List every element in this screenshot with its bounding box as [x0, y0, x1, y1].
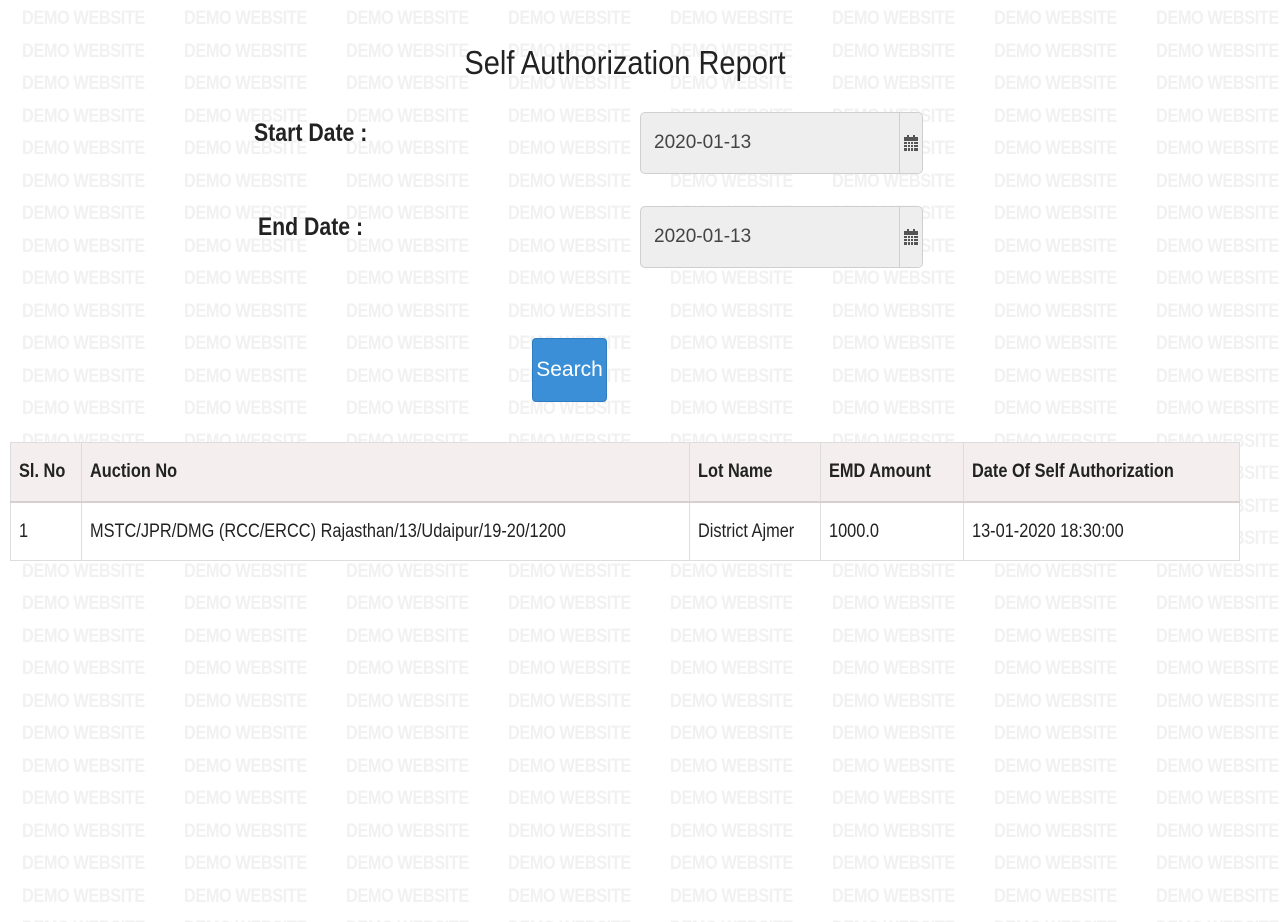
- end-date-input[interactable]: [641, 207, 899, 267]
- report-content: Self Authorization Report Start Date : 2…: [0, 0, 1280, 922]
- page: DEMO WEBSITE DEMO WEBSITE DEMO WEBSITE DEMO…: [0, 0, 1280, 922]
- column-header-label: Lot Name: [698, 461, 773, 482]
- cell-text: District Ajmer: [698, 520, 795, 542]
- cell-sl-no: 1: [10, 501, 82, 561]
- start-date-input[interactable]: [641, 113, 899, 173]
- table-row: 1 MSTC/JPR/DMG (RCC/ERCC) Rajasthan/13/U…: [10, 501, 1240, 561]
- start-date-group: [640, 112, 923, 174]
- cell-lot-name: District Ajmer: [689, 501, 821, 561]
- page-title: Self Authorization Report: [464, 44, 786, 81]
- end-date-label: End Date :: [258, 213, 364, 241]
- cell-auction-no: MSTC/JPR/DMG (RCC/ERCC) Rajasthan/13/Uda…: [81, 501, 690, 561]
- column-header-label: Date Of Self Authorization: [972, 461, 1174, 482]
- cell-text: 13-01-2020 18:30:00: [972, 520, 1124, 542]
- column-header-date-of-self-authorization[interactable]: Date Of Self Authorization: [963, 442, 1240, 503]
- cell-text: MSTC/JPR/DMG (RCC/ERCC) Rajasthan/13/Uda…: [90, 520, 566, 542]
- column-header-label: Sl. No: [19, 461, 66, 482]
- header-row: Sl. No Auction No Lot Name EMD Amount Da…: [10, 442, 1240, 503]
- table-body: 1 MSTC/JPR/DMG (RCC/ERCC) Rajasthan/13/U…: [10, 501, 1240, 561]
- column-header-auction-no[interactable]: Auction No: [81, 442, 690, 503]
- column-header-label: EMD Amount: [829, 461, 931, 482]
- column-header-sl-no[interactable]: Sl. No: [10, 442, 82, 503]
- column-header-emd-amount[interactable]: EMD Amount: [820, 442, 964, 503]
- cell-text: 1000.0: [829, 520, 879, 542]
- cell-date-of-self-authorization: 13-01-2020 18:30:00: [963, 501, 1240, 561]
- column-header-lot-name[interactable]: Lot Name: [689, 442, 821, 503]
- table-header: Sl. No Auction No Lot Name EMD Amount Da…: [10, 442, 1240, 503]
- search-button[interactable]: Search: [532, 338, 607, 402]
- self-authorization-table: Sl. No Auction No Lot Name EMD Amount Da…: [10, 442, 1240, 561]
- cell-emd-amount: 1000.0: [820, 501, 964, 561]
- end-date-picker-button[interactable]: [899, 207, 922, 267]
- end-date-group: [640, 206, 923, 268]
- start-date-label: Start Date :: [254, 119, 368, 147]
- calendar-icon: [904, 134, 918, 151]
- calendar-icon: [904, 228, 918, 245]
- start-date-picker-button[interactable]: [899, 113, 922, 173]
- cell-text: 1: [19, 520, 29, 542]
- column-header-label: Auction No: [90, 461, 178, 482]
